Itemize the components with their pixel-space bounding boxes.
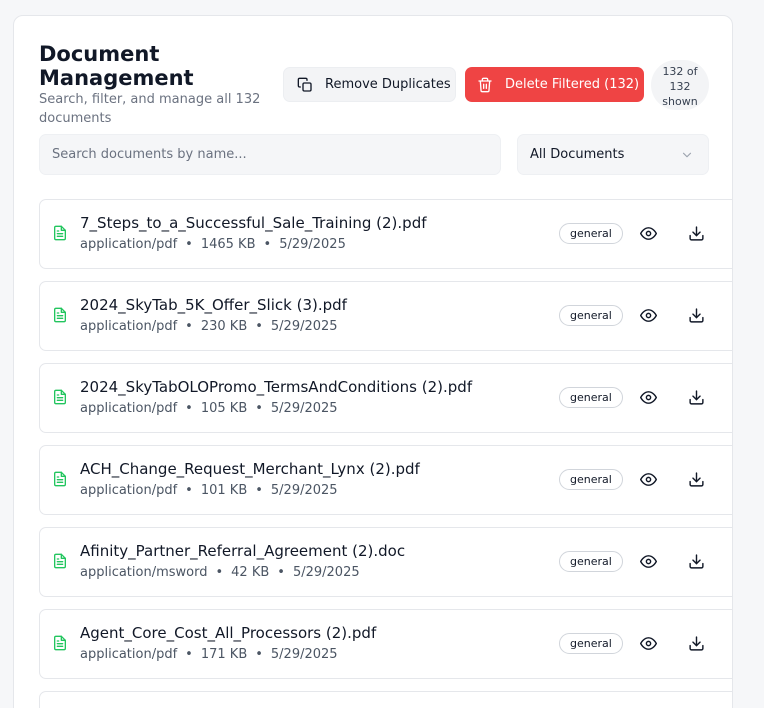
- document-filter-value: All Documents: [530, 147, 625, 162]
- document-meta: application/pdf • 230 KB • 5/29/2025: [80, 319, 338, 334]
- download-icon[interactable]: [688, 307, 705, 328]
- document-list: 7_Steps_to_a_Successful_Sale_Training (2…: [39, 199, 732, 691]
- separator: •: [263, 237, 272, 252]
- document-size: 230 KB: [200, 319, 248, 334]
- separator: •: [185, 401, 193, 416]
- eye-icon[interactable]: [640, 389, 657, 410]
- separator: •: [255, 319, 263, 334]
- document-size: 171 KB: [200, 647, 248, 662]
- separator: •: [185, 237, 193, 252]
- eye-icon[interactable]: [640, 307, 657, 328]
- document-meta: application/pdf • 101 KB • 5/29/2025: [80, 483, 338, 498]
- download-icon[interactable]: [688, 389, 705, 410]
- separator: •: [255, 647, 263, 662]
- search-input[interactable]: [39, 134, 501, 175]
- category-badge: general: [559, 223, 623, 244]
- document-size: 101 KB: [200, 483, 248, 498]
- file-text-icon: [52, 635, 68, 655]
- delete-filtered-label: Delete Filtered (132): [505, 77, 640, 92]
- list-item[interactable]: Afinity_Partner_Referral_Agreement (2).d…: [39, 527, 732, 597]
- document-type: application/pdf: [80, 647, 178, 662]
- page-subtitle: Search, filter, and manage all 132 docum…: [39, 92, 261, 126]
- document-type: application/msword: [80, 565, 208, 580]
- file-text-icon: [52, 307, 68, 327]
- document-name: 7_Steps_to_a_Successful_Sale_Training (2…: [80, 214, 427, 232]
- document-name: 2024_SkyTab_5K_Offer_Slick (3).pdf: [80, 296, 347, 314]
- document-count-badge: 132 of 132 shown: [651, 60, 709, 110]
- list-item[interactable]: 2024_SkyTab_5K_Offer_Slick (3).pdf applic…: [39, 281, 732, 351]
- document-type: application/pdf: [80, 237, 178, 252]
- eye-icon[interactable]: [640, 635, 657, 656]
- document-size: 42 KB: [231, 565, 270, 580]
- document-type: application/pdf: [80, 319, 178, 334]
- document-date: 5/29/2025: [270, 319, 338, 334]
- document-date: 5/29/2025: [270, 647, 338, 662]
- remove-duplicates-label: Remove Duplicates: [325, 77, 451, 92]
- chevron-down-icon: [682, 152, 692, 157]
- document-meta: application/pdf • 171 KB • 5/29/2025: [80, 647, 338, 662]
- document-meta: application/msword • 42 KB • 5/29/2025: [80, 565, 360, 580]
- document-name: 2024_SkyTabOLOPromo_TermsAndConditions (…: [80, 378, 473, 396]
- separator: •: [185, 319, 193, 334]
- download-icon[interactable]: [688, 635, 705, 656]
- document-meta: application/pdf • 105 KB • 5/29/2025: [80, 401, 338, 416]
- separator: •: [255, 401, 263, 416]
- document-type: application/pdf: [80, 483, 178, 498]
- delete-filtered-button[interactable]: Delete Filtered (132): [465, 67, 644, 102]
- separator: •: [215, 565, 224, 580]
- eye-icon[interactable]: [640, 553, 657, 574]
- category-badge: general: [559, 305, 623, 326]
- file-text-icon: [52, 389, 68, 409]
- document-filter-select[interactable]: All Documents: [517, 134, 709, 175]
- document-date: 5/29/2025: [270, 401, 338, 416]
- document-date: 5/29/2025: [292, 565, 360, 580]
- list-item[interactable]: ACH_Change_Request_Merchant_Lynx (2).pdf…: [39, 445, 732, 515]
- list-item[interactable]: 2024_SkyTabOLOPromo_TermsAndConditions (…: [39, 363, 732, 433]
- document-date: 5/29/2025: [279, 237, 346, 252]
- separator: •: [185, 483, 193, 498]
- separator: •: [277, 565, 285, 580]
- document-management-card: Document Management Search, filter, and …: [13, 15, 733, 708]
- file-text-icon: [52, 471, 68, 491]
- eye-icon[interactable]: [640, 471, 657, 492]
- eye-icon[interactable]: [640, 225, 657, 246]
- document-name: Afinity_Partner_Referral_Agreement (2).d…: [80, 542, 406, 560]
- document-date: 5/29/2025: [270, 483, 338, 498]
- list-item-partial: [39, 691, 732, 708]
- download-icon[interactable]: [688, 471, 705, 492]
- remove-duplicates-button[interactable]: Remove Duplicates: [283, 67, 456, 102]
- list-item[interactable]: Agent_Core_Cost_All_Processors (2).pdf ap…: [39, 609, 732, 679]
- trash-icon: [478, 77, 492, 92]
- category-badge: general: [559, 551, 623, 572]
- download-icon[interactable]: [688, 225, 705, 246]
- separator: •: [185, 647, 193, 662]
- page-title: Document Management: [39, 42, 194, 90]
- category-badge: general: [559, 469, 623, 490]
- document-name: Agent_Core_Cost_All_Processors (2).pdf: [80, 624, 377, 642]
- download-icon[interactable]: [688, 553, 705, 574]
- document-size: 1465 KB: [200, 237, 256, 252]
- document-name: ACH_Change_Request_Merchant_Lynx (2).pdf: [80, 460, 420, 478]
- document-count-text: 132 of 132 shown: [662, 64, 698, 108]
- copy-icon: [297, 77, 312, 92]
- document-meta: application/pdf • 1465 KB • 5/29/2025: [80, 237, 346, 252]
- file-text-icon: [52, 225, 68, 245]
- file-text-icon: [52, 553, 68, 573]
- category-badge: general: [559, 633, 623, 654]
- list-item[interactable]: 7_Steps_to_a_Successful_Sale_Training (2…: [39, 199, 732, 269]
- category-badge: general: [559, 387, 623, 408]
- document-type: application/pdf: [80, 401, 178, 416]
- document-size: 105 KB: [200, 401, 248, 416]
- separator: •: [255, 483, 263, 498]
